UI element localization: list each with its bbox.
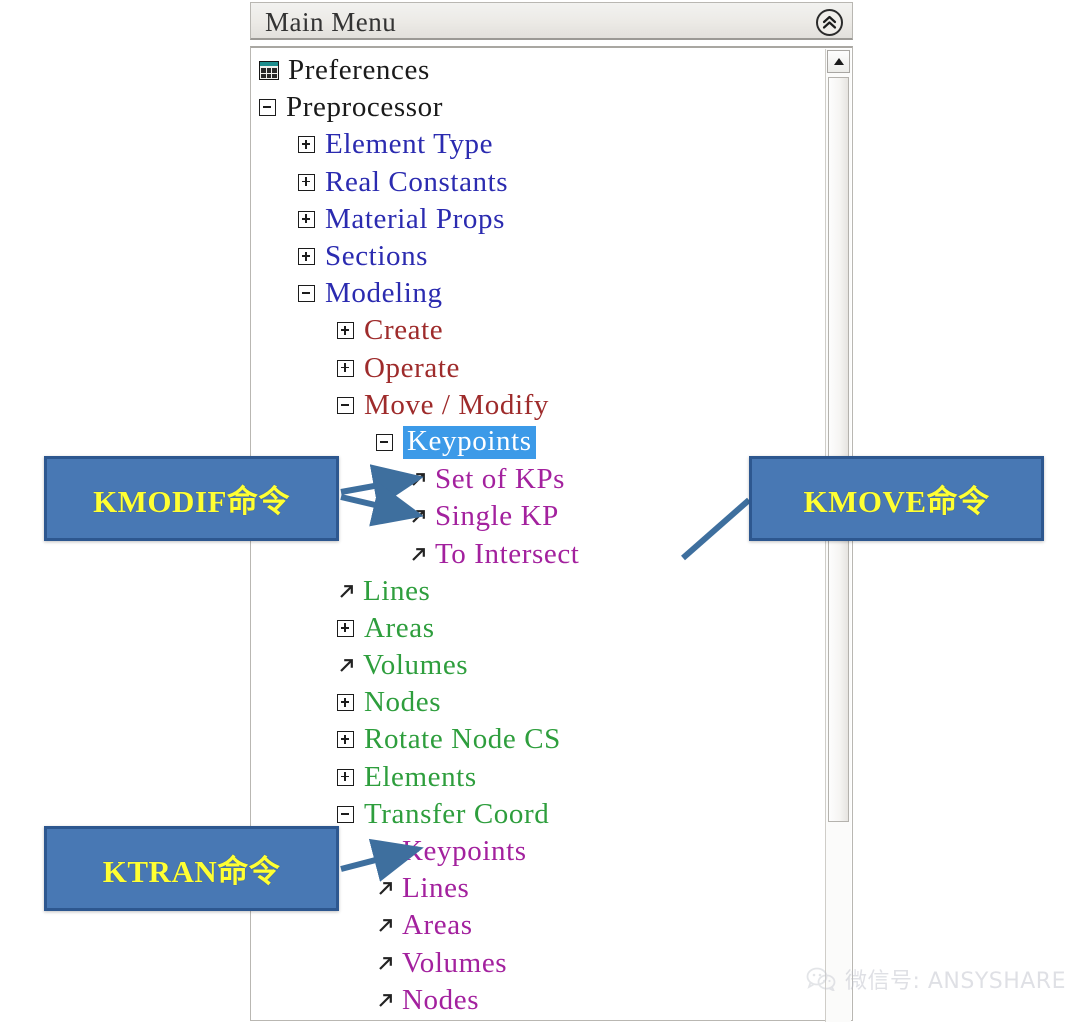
minus-toggle-icon[interactable] bbox=[259, 99, 276, 117]
tree-item-preferences[interactable]: Preferences bbox=[251, 52, 823, 89]
tree-item-label: Keypoints bbox=[402, 835, 527, 868]
tree-item-preprocessor[interactable]: Preprocessor bbox=[251, 89, 823, 126]
minus-toggle-icon[interactable] bbox=[337, 396, 354, 414]
plus-toggle-icon[interactable] bbox=[337, 694, 354, 712]
wechat-watermark: 微信号: ANSYSHARE bbox=[806, 963, 1066, 995]
tree-item-lines[interactable]: Lines bbox=[251, 573, 823, 610]
tree-item-elements[interactable]: Elements bbox=[251, 759, 823, 796]
tree-item-create[interactable]: Create bbox=[251, 312, 823, 349]
tree-item-label: Keypoints bbox=[403, 425, 536, 459]
double-chevron-up-glyph bbox=[822, 15, 837, 29]
tree-item-label: Real Constants bbox=[325, 165, 509, 198]
tree-item-areas[interactable]: Areas bbox=[251, 907, 823, 944]
arrow-leaf-icon bbox=[337, 582, 356, 601]
tree-item-label: Move / Modify bbox=[364, 388, 550, 421]
tree-item-material-props[interactable]: Material Props bbox=[251, 201, 823, 238]
plus-toggle-icon[interactable] bbox=[298, 136, 315, 154]
tree-item-element-type[interactable]: Element Type bbox=[251, 126, 823, 163]
tree-item-label: Operate bbox=[364, 351, 460, 384]
plus-toggle-icon[interactable] bbox=[298, 173, 315, 191]
tree-item-to-intersect[interactable]: To Intersect bbox=[251, 535, 823, 572]
tree-item-label: Areas bbox=[402, 909, 473, 942]
callout-ktran-label: KTRAN命令 bbox=[102, 854, 281, 889]
plus-toggle-icon[interactable] bbox=[337, 322, 354, 340]
tree-item-label: Set of KPs bbox=[435, 463, 566, 496]
tree-item-label: Lines bbox=[363, 574, 431, 607]
minus-toggle-icon[interactable] bbox=[298, 285, 315, 303]
wechat-icon bbox=[806, 967, 836, 991]
arrow-leaf-icon bbox=[376, 879, 395, 898]
panel-title: Main Menu bbox=[265, 7, 397, 37]
tree-item-label: Material Props bbox=[325, 202, 505, 235]
tree-item-label: Volumes bbox=[363, 649, 469, 682]
plus-toggle-icon[interactable] bbox=[298, 248, 315, 266]
tree-item-label: Sections bbox=[325, 240, 429, 273]
tree-item-move-modify[interactable]: Move / Modify bbox=[251, 387, 823, 424]
plus-toggle-icon[interactable] bbox=[337, 359, 354, 377]
tree-item-label: Preprocessor bbox=[286, 91, 443, 124]
tree-item-label: Element Type bbox=[325, 128, 494, 161]
tree-item-sections[interactable]: Sections bbox=[251, 238, 823, 275]
plus-toggle-icon[interactable] bbox=[337, 768, 354, 786]
tree-item-label: Modeling bbox=[325, 277, 443, 310]
main-menu-titlebar: Main Menu bbox=[250, 2, 853, 40]
tree-item-label: To Intersect bbox=[435, 537, 580, 570]
tree-item-areas[interactable]: Areas bbox=[251, 610, 823, 647]
tree-item-label: Areas bbox=[364, 611, 435, 644]
arrow-leaf-icon bbox=[409, 545, 428, 564]
minus-toggle-icon[interactable] bbox=[376, 433, 393, 451]
arrow-leaf-icon bbox=[337, 656, 356, 675]
callout-kmodif: KMODIF命令 bbox=[44, 456, 339, 541]
watermark-text: 微信号: ANSYSHARE bbox=[844, 969, 1066, 994]
tree-item-real-constants[interactable]: Real Constants bbox=[251, 164, 823, 201]
callout-ktran: KTRAN命令 bbox=[44, 826, 339, 911]
callout-kmove-label: KMOVE命令 bbox=[803, 484, 990, 519]
tree-item-label: Preferences bbox=[288, 54, 430, 87]
tree-item-label: Volumes bbox=[402, 946, 508, 979]
callout-kmove: KMOVE命令 bbox=[749, 456, 1044, 541]
scrollbar-thumb[interactable] bbox=[828, 77, 849, 822]
double-chevron-up-icon[interactable] bbox=[816, 9, 843, 36]
callout-kmodif-label: KMODIF命令 bbox=[93, 484, 290, 519]
tree-item-label: Single KP bbox=[435, 500, 559, 533]
tree-item-operate[interactable]: Operate bbox=[251, 350, 823, 387]
triangle-up-icon[interactable] bbox=[827, 50, 850, 73]
arrow-leaf-icon bbox=[376, 842, 395, 861]
arrow-leaf-icon bbox=[376, 954, 395, 973]
tree-item-label: Transfer Coord bbox=[364, 797, 550, 830]
tree-item-volumes[interactable]: Volumes bbox=[251, 647, 823, 684]
tree-item-nodes[interactable]: Nodes bbox=[251, 684, 823, 721]
tree-item-label: Lines bbox=[402, 872, 470, 905]
arrow-leaf-icon bbox=[376, 991, 395, 1010]
arrow-leaf-icon bbox=[376, 916, 395, 935]
arrow-leaf-icon bbox=[409, 507, 428, 526]
tree-item-label: Create bbox=[364, 314, 444, 347]
tree-item-label: Nodes bbox=[402, 983, 480, 1016]
tree-item-nodes[interactable]: Nodes bbox=[251, 982, 823, 1019]
arrow-leaf-icon bbox=[409, 470, 428, 489]
plus-toggle-icon[interactable] bbox=[298, 210, 315, 228]
tree-item-label: Nodes bbox=[364, 686, 442, 719]
preferences-dialog-icon bbox=[259, 61, 279, 81]
tree-item-label: Elements bbox=[364, 760, 477, 793]
minus-toggle-icon[interactable] bbox=[337, 805, 354, 823]
tree-item-rotate-node-cs[interactable]: Rotate Node CS bbox=[251, 721, 823, 758]
plus-toggle-icon[interactable] bbox=[337, 731, 354, 749]
tree-item-label: Rotate Node CS bbox=[364, 723, 561, 756]
tree-item-volumes[interactable]: Volumes bbox=[251, 945, 823, 982]
tree-item-modeling[interactable]: Modeling bbox=[251, 275, 823, 312]
plus-toggle-icon[interactable] bbox=[337, 619, 354, 637]
